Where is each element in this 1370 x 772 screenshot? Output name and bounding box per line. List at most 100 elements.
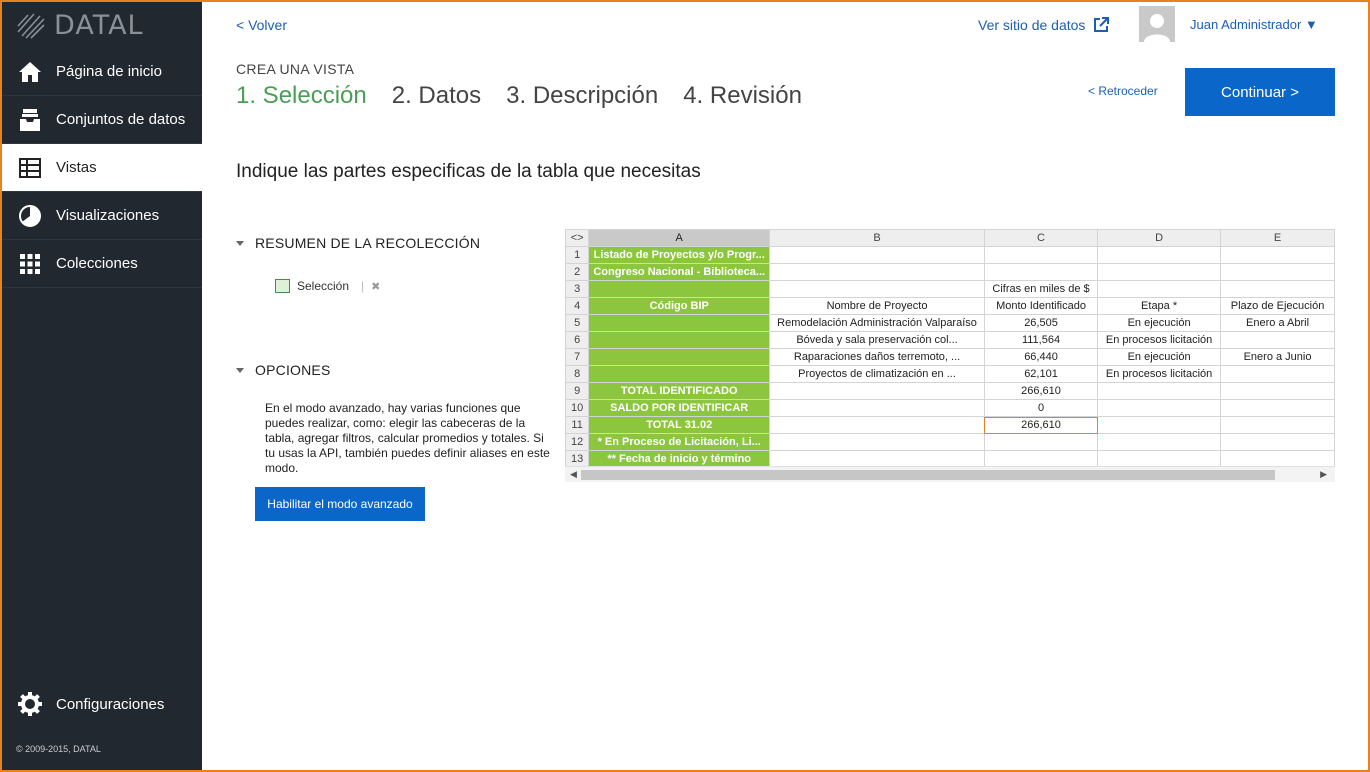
table-row[interactable]: 10 SALDO POR IDENTIFICAR 0 xyxy=(565,399,1335,417)
selection-item[interactable]: Selección | ✖ xyxy=(275,279,380,293)
corner-cell[interactable]: <> xyxy=(565,229,590,247)
table-cell[interactable]: En ejecución xyxy=(1097,314,1222,332)
table-cell[interactable] xyxy=(769,433,985,451)
table-cell[interactable] xyxy=(1220,450,1335,468)
table-cell[interactable] xyxy=(1097,280,1222,298)
table-cell[interactable]: En ejecución xyxy=(1097,348,1222,366)
table-cell[interactable]: En procesos licitación xyxy=(1097,365,1222,383)
column-header[interactable]: A xyxy=(588,229,771,247)
table-cell[interactable] xyxy=(769,280,985,298)
scroll-left-icon[interactable]: ◀ xyxy=(570,469,577,480)
table-cell[interactable]: Monto Identificado xyxy=(983,297,1099,315)
row-number[interactable]: 11 xyxy=(565,416,590,434)
table-cell[interactable] xyxy=(769,246,985,264)
table-row[interactable]: 13 ** Fecha de inicio y término xyxy=(565,450,1335,468)
row-number[interactable]: 3 xyxy=(565,280,590,298)
column-header[interactable]: D xyxy=(1097,229,1222,247)
table-row[interactable]: 3 Cifras en miles de $ xyxy=(565,280,1335,298)
remove-selection-icon[interactable]: ✖ xyxy=(371,280,380,293)
table-cell[interactable]: TOTAL 31.02 xyxy=(588,416,771,434)
table-cell[interactable] xyxy=(1220,416,1335,434)
table-cell[interactable]: Listado de Proyectos y/o Progr... xyxy=(588,246,771,264)
table-cell[interactable]: Código BIP xyxy=(588,297,771,315)
sidebar-item-visualizations[interactable]: Visualizaciones xyxy=(2,192,202,240)
table-row[interactable]: 1 Listado de Proyectos y/o Progr... xyxy=(565,246,1335,264)
table-cell[interactable] xyxy=(1220,433,1335,451)
table-cell[interactable] xyxy=(1097,246,1222,264)
table-cell[interactable] xyxy=(769,263,985,281)
column-header[interactable]: B xyxy=(769,229,985,247)
table-cell[interactable]: Enero a Abril xyxy=(1220,314,1335,332)
view-data-site-link[interactable]: Ver sitio de datos xyxy=(978,17,1110,33)
user-menu[interactable]: Juan Administrador ▼ xyxy=(1190,17,1318,32)
row-number[interactable]: 7 xyxy=(565,348,590,366)
row-number[interactable]: 9 xyxy=(565,382,590,400)
table-cell[interactable]: Raparaciones daños terremoto, ... xyxy=(769,348,985,366)
table-cell[interactable]: 266,610 xyxy=(983,416,1099,434)
table-cell[interactable] xyxy=(1220,382,1335,400)
row-number[interactable]: 5 xyxy=(565,314,590,332)
table-cell[interactable] xyxy=(769,450,985,468)
back-step-link[interactable]: < Retroceder xyxy=(1088,84,1158,98)
table-cell[interactable] xyxy=(588,314,771,332)
table-cell[interactable]: Remodelación Administración Valparaíso xyxy=(769,314,985,332)
column-header[interactable]: E xyxy=(1220,229,1335,247)
table-cell[interactable]: SALDO POR IDENTIFICAR xyxy=(588,399,771,417)
table-cell[interactable]: Bóveda y sala preservación col... xyxy=(769,331,985,349)
continue-button[interactable]: Continuar > xyxy=(1185,68,1335,116)
row-number[interactable]: 2 xyxy=(565,263,590,281)
table-cell[interactable] xyxy=(1097,382,1222,400)
table-cell[interactable] xyxy=(769,399,985,417)
table-cell[interactable] xyxy=(1220,365,1335,383)
table-cell[interactable] xyxy=(983,246,1099,264)
table-cell[interactable] xyxy=(588,280,771,298)
table-cell[interactable] xyxy=(1097,433,1222,451)
sidebar-item-datasets[interactable]: Conjuntos de datos xyxy=(2,96,202,144)
table-row[interactable]: 8 Proyectos de climatización en ... 62,101… xyxy=(565,365,1335,383)
table-cell[interactable] xyxy=(1097,450,1222,468)
sidebar-item-views[interactable]: Vistas xyxy=(2,144,202,192)
table-cell[interactable]: Etapa * xyxy=(1097,297,1222,315)
table-cell[interactable] xyxy=(983,450,1099,468)
summary-header[interactable]: RESUMEN DE LA RECOLECCIÓN xyxy=(236,235,480,251)
table-cell[interactable] xyxy=(1097,399,1222,417)
table-cell[interactable] xyxy=(1220,399,1335,417)
table-row[interactable]: 2 Congreso Nacional - Biblioteca... xyxy=(565,263,1335,281)
sidebar-item-settings[interactable]: Configuraciones xyxy=(2,680,202,728)
table-cell[interactable] xyxy=(1220,280,1335,298)
row-number[interactable]: 12 xyxy=(565,433,590,451)
logo[interactable]: DATAL xyxy=(2,2,202,48)
table-row[interactable]: 12 * En Proceso de Licitación, Li... xyxy=(565,433,1335,451)
table-cell[interactable] xyxy=(983,263,1099,281)
spreadsheet-table[interactable]: <> A B C D E 1 Listado de Proyectos y/o P… xyxy=(565,229,1335,468)
table-row[interactable]: 4 Código BIP Nombre de Proyecto Monto Ident… xyxy=(565,297,1335,315)
row-number[interactable]: 8 xyxy=(565,365,590,383)
row-number[interactable]: 1 xyxy=(565,246,590,264)
row-number[interactable]: 10 xyxy=(565,399,590,417)
table-cell[interactable] xyxy=(1220,263,1335,281)
table-cell[interactable]: * En Proceso de Licitación, Li... xyxy=(588,433,771,451)
table-cell[interactable] xyxy=(1097,263,1222,281)
table-cell[interactable]: 111,564 xyxy=(983,331,1099,349)
table-cell[interactable]: 62,101 xyxy=(983,365,1099,383)
table-row[interactable]: 5 Remodelación Administración Valparaíso 2… xyxy=(565,314,1335,332)
avatar[interactable] xyxy=(1139,6,1175,42)
table-cell[interactable] xyxy=(1097,416,1222,434)
sidebar-item-home[interactable]: Página de inicio xyxy=(2,48,202,96)
sidebar-item-collections[interactable]: Colecciones xyxy=(2,240,202,288)
table-cell[interactable]: 66,440 xyxy=(983,348,1099,366)
horizontal-scrollbar[interactable]: ◀ ▶ xyxy=(565,466,1335,482)
table-row[interactable]: 9 TOTAL IDENTIFICADO 266,610 xyxy=(565,382,1335,400)
row-number[interactable]: 6 xyxy=(565,331,590,349)
table-cell[interactable]: Cifras en miles de $ xyxy=(983,280,1099,298)
spreadsheet[interactable]: <> A B C D E 1 Listado de Proyectos y/o P… xyxy=(565,229,1335,483)
table-cell[interactable] xyxy=(1220,246,1335,264)
row-number[interactable]: 13 xyxy=(565,450,590,468)
table-cell[interactable]: 266,610 xyxy=(983,382,1099,400)
column-header[interactable]: C xyxy=(983,229,1099,247)
table-cell[interactable] xyxy=(769,382,985,400)
table-cell[interactable]: TOTAL IDENTIFICADO xyxy=(588,382,771,400)
table-cell[interactable] xyxy=(588,348,771,366)
table-cell[interactable] xyxy=(983,433,1099,451)
table-cell[interactable]: 0 xyxy=(983,399,1099,417)
